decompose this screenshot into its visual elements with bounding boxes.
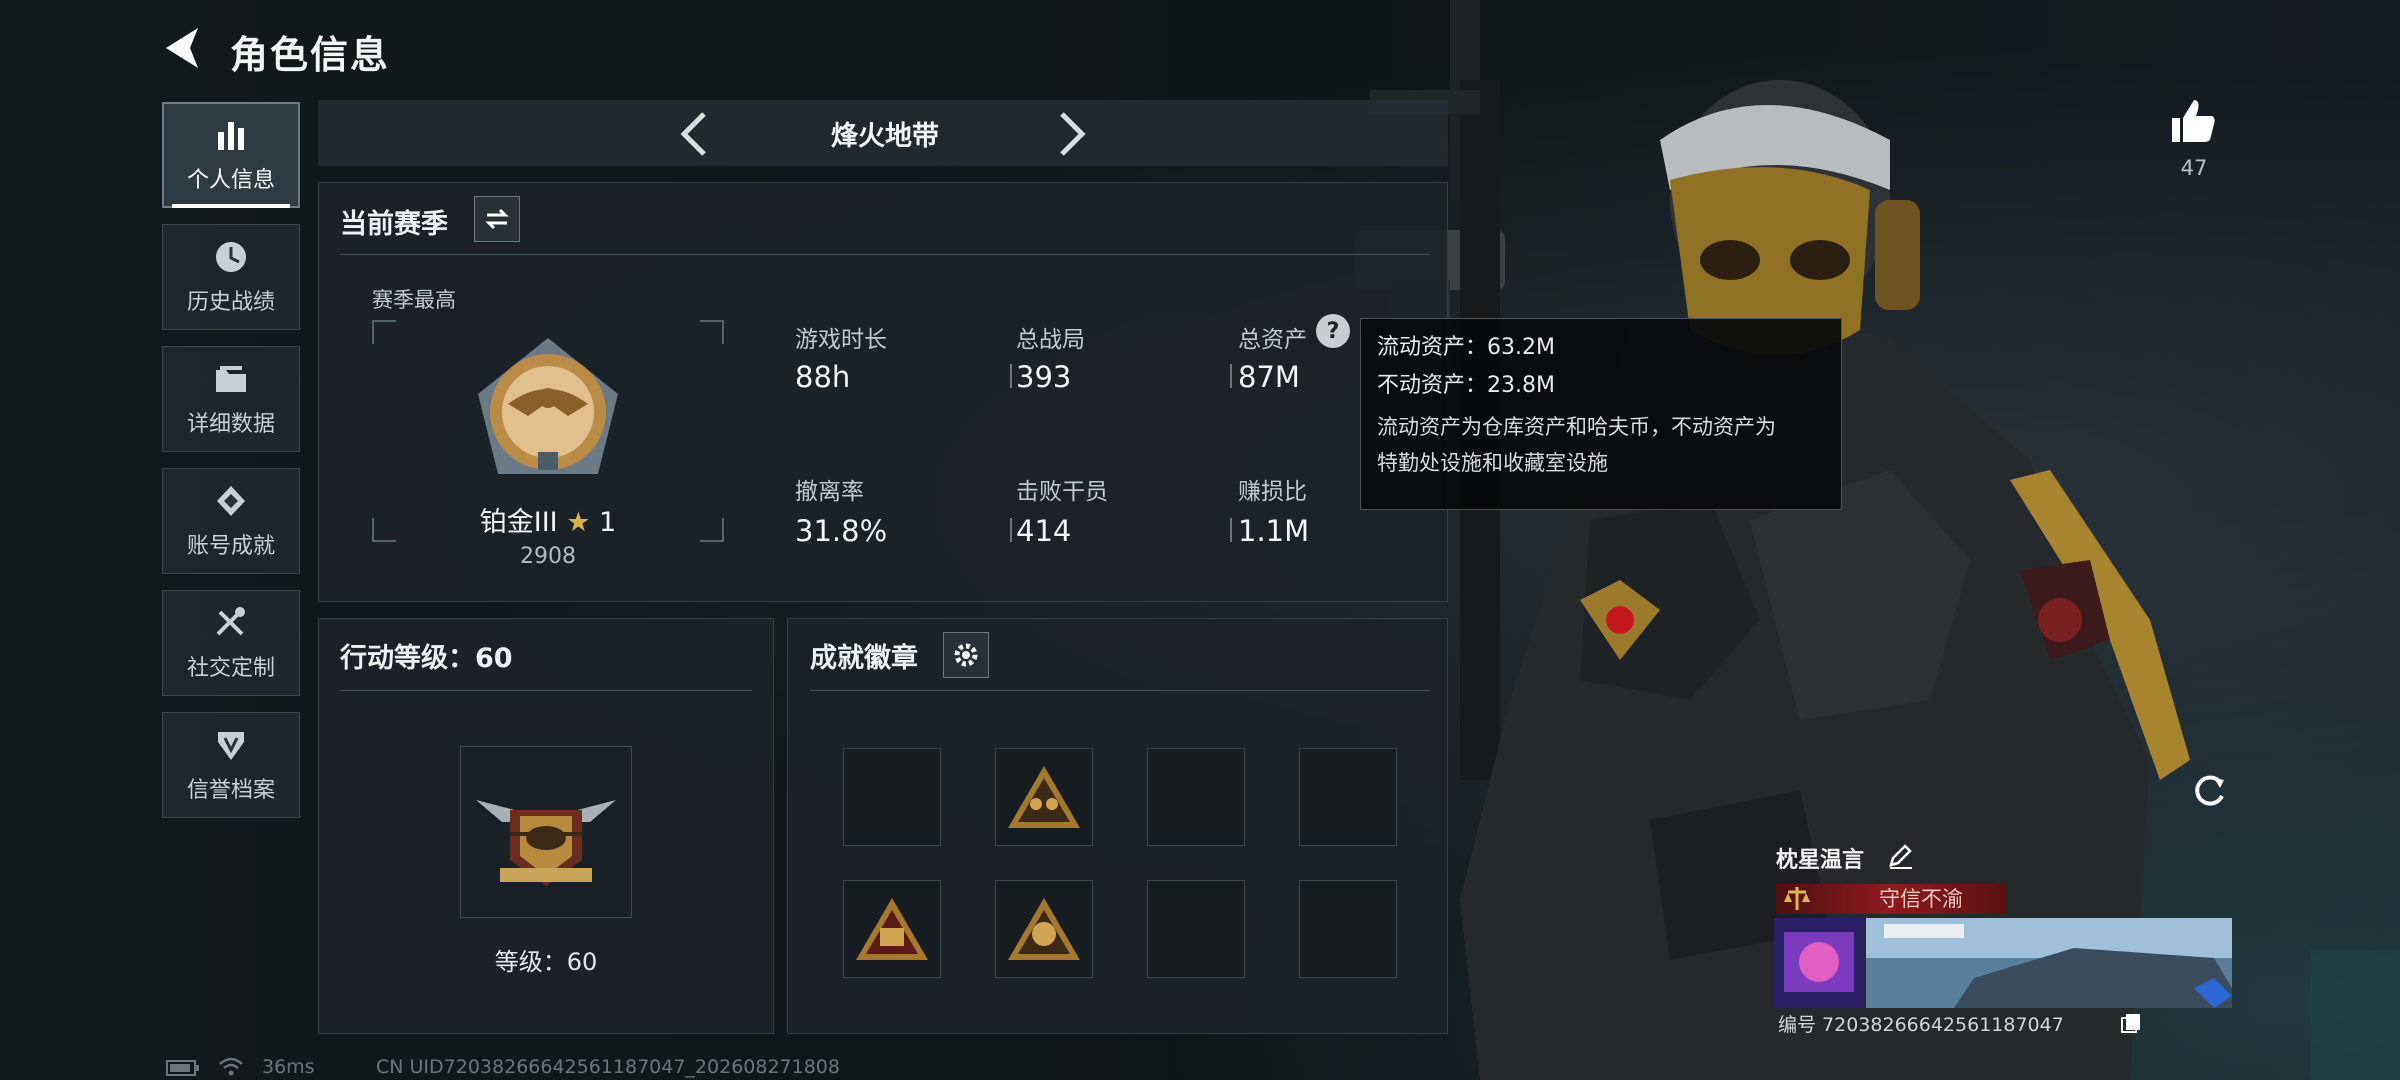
badge-slot[interactable] [995,880,1093,978]
badge-slot-empty[interactable] [1299,880,1397,978]
scales-emblem-icon [1784,887,1810,910]
stat-value-extract-rate: 31.8% [795,514,888,548]
clock-icon [216,242,246,272]
uid-text: CN UID7203826664256118704​7_202608271808 [376,1056,840,1078]
like-count: 47 [2180,156,2208,180]
stat-label-matches: 总战局 [1016,327,1085,353]
back-button[interactable] [158,22,210,74]
previous-mode-button[interactable] [670,108,720,160]
stat-label-kills: 击败干员 [1016,479,1108,505]
rank-name-row: 铂金III ★ 1 [372,500,724,539]
badge-settings-button[interactable] [943,632,989,678]
vehicle-badge-icon [856,898,928,960]
stat-value-matches: 393 [1016,360,1072,394]
stat-separator [1010,518,1012,542]
page-title: 角色信息 [230,33,391,77]
folder-icon [216,366,246,392]
assets-tooltip: 流动资产：63.2M 不动资产：23.8M 流动资产为仓库资产和哈夫币，不动资产… [1360,318,1842,510]
battery-icon [166,1060,199,1076]
swap-icon [485,208,509,230]
edit-name-icon[interactable] [1886,842,1914,870]
rank-points: 2908 [520,544,576,569]
stat-label-extract-rate: 撤离率 [795,479,864,505]
shield-icon [218,732,244,760]
badge-slot-empty[interactable] [843,748,941,846]
rank-stars: 1 [599,507,617,538]
player-id: 编号 7203826664256118704​7 [1778,1014,2064,1036]
badges-title: 成就徽章 [810,643,918,674]
divider [340,690,752,691]
badge-slot[interactable] [995,748,1093,846]
player-title: 守信不渝 [1879,887,1963,911]
tooltip-description-line: 流动资产为仓库资产和哈夫币，不动资产为 [1377,415,1776,439]
nav-label: 账号成就 [186,534,275,559]
platinum-rank-emblem [478,338,618,474]
star-icon: ★ [566,507,591,538]
next-mode-button[interactable] [1046,108,1096,160]
tooltip-description-line: 特勤处设施和收藏室设施 [1377,451,1608,475]
nav-item-credit-record[interactable]: 信誉档案 [162,712,300,818]
nav-item-achievements[interactable]: 账号成就 [162,468,300,574]
stat-value-assets: 87M [1238,360,1300,394]
nav-label: 历史战绩 [186,290,275,315]
liquid-assets-text: 流动资产：63.2M [1377,335,1555,360]
nav-label: 信誉档案 [186,778,275,803]
like-button[interactable] [2168,96,2218,146]
nav-label: 个人信息 [186,168,275,193]
stat-label-playtime: 游戏时长 [795,327,887,353]
nav-item-personal-info[interactable]: 个人信息 [162,102,300,208]
badge-slot[interactable] [843,880,941,978]
badge-slot-empty[interactable] [1147,880,1245,978]
level-text: 等级：60 [494,948,598,976]
bar-chart-icon [218,122,244,150]
assets-help-button[interactable]: ? [1316,314,1350,348]
nav-label: 社交定制 [186,656,275,681]
badge-slot-empty[interactable] [1147,748,1245,846]
stat-value-kills: 414 [1016,514,1072,548]
mode-name: 烽火地带 [831,121,939,152]
stat-label-profit-ratio: 赚损比 [1238,479,1307,505]
nav-item-detail-data[interactable]: 详细数据 [162,346,300,452]
ping-text: 36ms [262,1056,315,1078]
name-card-image [1774,918,2232,1008]
season-title: 当前赛季 [340,209,448,240]
nav-label: 详细数据 [186,412,275,437]
nav-item-social-custom[interactable]: 社交定制 [162,590,300,696]
wifi-icon [219,1057,243,1076]
stat-label-assets: 总资产 [1238,327,1307,353]
stat-value-profit-ratio: 1.1M [1238,514,1310,548]
helicopter-level-emblem [476,800,616,886]
divider [810,690,1430,691]
copy-id-icon[interactable] [2120,1012,2142,1034]
divider [340,254,1430,255]
achievement-icon [217,486,245,516]
fixed-assets-text: 不动资产：23.8M [1377,373,1555,398]
rank-name: 铂金III [479,507,558,538]
gear-icon [954,643,978,667]
tools-icon [216,607,245,636]
stat-value-playtime: 88h [795,360,851,394]
nav-item-history[interactable]: 历史战绩 [162,224,300,330]
stat-separator [1230,518,1232,542]
fist-badge-icon [1008,898,1080,960]
player-name: 枕星温言 [1776,848,1865,873]
season-best-label: 赛季最高 [372,288,456,312]
stat-separator [1230,364,1232,388]
stat-separator [1010,364,1012,388]
operation-level-title: 行动等级：60 [340,643,513,674]
swap-season-button[interactable] [474,196,520,242]
badge-slot-empty[interactable] [1299,748,1397,846]
rotate-view-button[interactable] [2188,770,2230,812]
squad-badge-icon [1008,766,1080,828]
